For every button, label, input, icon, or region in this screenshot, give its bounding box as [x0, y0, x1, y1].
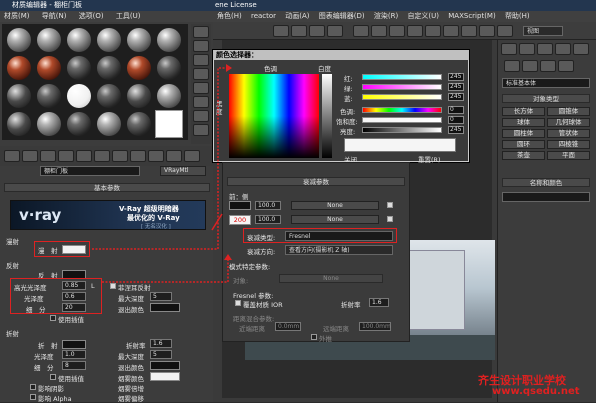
annotation-arrows: [92, 64, 232, 283]
watermark-line2: www.qsedu.net: [492, 386, 580, 397]
